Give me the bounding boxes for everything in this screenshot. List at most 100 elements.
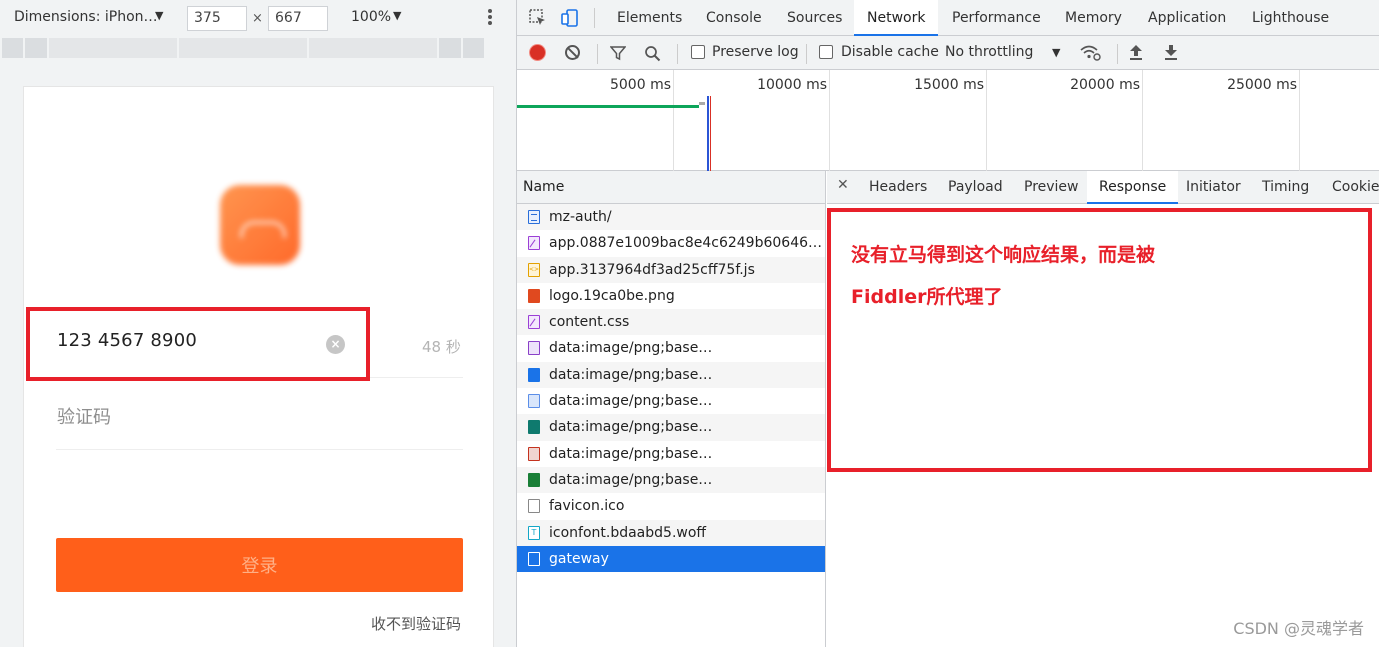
detail-tabbar: ✕ Headers Payload Preview Response Initi… xyxy=(827,171,1379,204)
tab-timing[interactable]: Timing xyxy=(1262,171,1309,204)
device-width-input[interactable]: 375 xyxy=(187,6,247,31)
request-row[interactable]: logo.19ca0be.png xyxy=(517,283,825,309)
timeline-label: 25000 ms xyxy=(1227,77,1297,93)
download-icon[interactable] xyxy=(1164,44,1178,62)
devtools-tabbar: Elements Console Sources Network Perform… xyxy=(517,0,1379,36)
more-options-icon[interactable] xyxy=(486,8,494,28)
timeline-bar xyxy=(517,105,699,108)
preserve-log-checkbox[interactable] xyxy=(691,45,705,59)
phone-highlight-box xyxy=(26,307,370,381)
file-icon xyxy=(528,551,540,566)
tab-headers[interactable]: Headers xyxy=(869,171,927,204)
times-icon: × xyxy=(252,11,263,26)
request-row[interactable]: favicon.ico xyxy=(517,493,825,519)
tab-performance[interactable]: Performance xyxy=(952,0,1041,36)
request-row[interactable]: iconfont.bdaabd5.woff xyxy=(517,519,825,546)
request-rows: mz-auth/app.0887e1009bac8e4c6249b6064624… xyxy=(517,204,825,573)
chevron-down-icon[interactable]: ▼ xyxy=(155,9,163,22)
disable-cache-label: Disable cache xyxy=(841,44,939,60)
close-icon[interactable]: ✕ xyxy=(837,177,849,193)
login-button[interactable]: 登录 xyxy=(56,538,463,592)
throttling-select[interactable]: No throttling xyxy=(945,44,1033,60)
file-icon xyxy=(528,499,540,514)
network-toolbar: Preserve log Disable cache No throttling… xyxy=(517,36,1379,70)
tab-sources[interactable]: Sources xyxy=(787,0,842,36)
dom-content-loaded-marker xyxy=(707,96,709,171)
request-row[interactable]: data:image/png;base… xyxy=(517,466,825,494)
font-icon xyxy=(528,525,540,540)
request-row[interactable]: content.css xyxy=(517,309,825,336)
watermark: CSDN @灵魂学者 xyxy=(1233,619,1364,638)
annotation-line: 没有立马得到这个响应结果，而是被 xyxy=(851,244,1156,266)
image-icon xyxy=(528,288,540,303)
tab-lighthouse[interactable]: Lighthouse xyxy=(1252,0,1329,36)
request-name: data:image/png;base… xyxy=(549,340,713,357)
request-row[interactable]: data:image/png;base… xyxy=(517,441,825,467)
image-icon xyxy=(528,367,540,382)
timeline-label: 5000 ms xyxy=(609,77,671,93)
request-name: app.3137964df3ad25cff75f.js xyxy=(549,261,755,278)
app-logo-icon xyxy=(220,185,300,265)
request-detail-panel: ✕ Headers Payload Preview Response Initi… xyxy=(827,171,1379,647)
request-row[interactable]: mz-auth/ xyxy=(517,204,825,231)
image-icon xyxy=(528,341,540,356)
record-icon[interactable] xyxy=(530,45,545,60)
annotation-line: Fiddler所代理了 xyxy=(851,286,1003,308)
verification-code-input[interactable]: 验证码 xyxy=(57,403,111,429)
timeline-label: 15000 ms xyxy=(914,77,984,93)
request-name: mz-auth/ xyxy=(549,209,612,225)
upload-icon[interactable] xyxy=(1129,44,1143,62)
image-icon xyxy=(528,420,540,435)
request-name: data:image/png;base… xyxy=(549,366,713,383)
image-icon xyxy=(528,446,540,461)
timeline-label: 10000 ms xyxy=(757,77,827,93)
tab-preview[interactable]: Preview xyxy=(1024,171,1079,204)
request-name: content.css xyxy=(549,314,630,331)
request-row[interactable]: data:image/png;base… xyxy=(517,414,825,441)
network-timeline[interactable]: 5000 ms 10000 ms 15000 ms 20000 ms 25000… xyxy=(517,70,1379,171)
annotation-text: 没有立马得到这个响应结果，而是被 Fiddler所代理了 xyxy=(851,234,1351,318)
request-name: logo.19ca0be.png xyxy=(549,287,675,304)
filter-icon[interactable] xyxy=(610,45,626,61)
request-row[interactable]: data:image/png;base… xyxy=(517,335,825,361)
name-column-header[interactable]: Name xyxy=(517,171,825,204)
network-conditions-icon[interactable] xyxy=(1080,44,1102,62)
inspect-element-icon[interactable] xyxy=(529,9,547,27)
disable-cache-checkbox[interactable] xyxy=(819,45,833,59)
request-row[interactable]: data:image/png;base… xyxy=(517,361,825,389)
request-name: data:image/png;base… xyxy=(549,471,713,488)
request-name: data:image/png;base… xyxy=(549,445,713,462)
device-height-input[interactable]: 667 xyxy=(268,6,328,31)
image-icon xyxy=(528,394,540,409)
no-code-link[interactable]: 收不到验证码 xyxy=(371,613,461,634)
device-zoom-select[interactable]: 100% xyxy=(351,9,391,25)
chevron-down-icon[interactable]: ▼ xyxy=(1052,46,1060,59)
devtools-pane: Elements Console Sources Network Perform… xyxy=(516,0,1379,647)
load-marker xyxy=(710,96,711,171)
document-icon xyxy=(528,210,540,224)
request-name: data:image/png;base… xyxy=(549,393,713,410)
tab-application[interactable]: Application xyxy=(1148,0,1226,36)
tab-cookies[interactable]: Cookies xyxy=(1332,171,1379,204)
image-icon xyxy=(528,472,540,487)
tab-memory[interactable]: Memory xyxy=(1065,0,1122,36)
request-row[interactable]: data:image/png;base… xyxy=(517,388,825,414)
request-row[interactable]: app.0887e1009bac8e4c6249b6064624… xyxy=(517,230,825,256)
tab-initiator[interactable]: Initiator xyxy=(1186,171,1241,204)
tab-response[interactable]: Response xyxy=(1087,171,1179,204)
screenshot-root: Dimensions: iPhon… ▼ 375 × 667 100% ▼ 12… xyxy=(0,0,1379,647)
tab-elements[interactable]: Elements xyxy=(617,0,682,36)
request-row[interactable]: app.3137964df3ad25cff75f.js xyxy=(517,256,825,283)
media-query-ruler[interactable] xyxy=(2,38,486,58)
request-row[interactable]: gateway xyxy=(517,545,825,573)
input-divider xyxy=(56,449,463,450)
device-toggle-icon[interactable] xyxy=(561,9,579,27)
chevron-down-icon[interactable]: ▼ xyxy=(393,9,401,22)
tab-network[interactable]: Network xyxy=(854,0,939,36)
search-icon[interactable] xyxy=(644,45,661,62)
device-dimensions-select[interactable]: Dimensions: iPhon… xyxy=(14,9,158,25)
tab-payload[interactable]: Payload xyxy=(948,171,1003,204)
device-toolbar: Dimensions: iPhon… ▼ 375 × 667 100% ▼ xyxy=(0,0,516,36)
tab-console[interactable]: Console xyxy=(706,0,762,36)
clear-icon[interactable] xyxy=(565,45,580,60)
